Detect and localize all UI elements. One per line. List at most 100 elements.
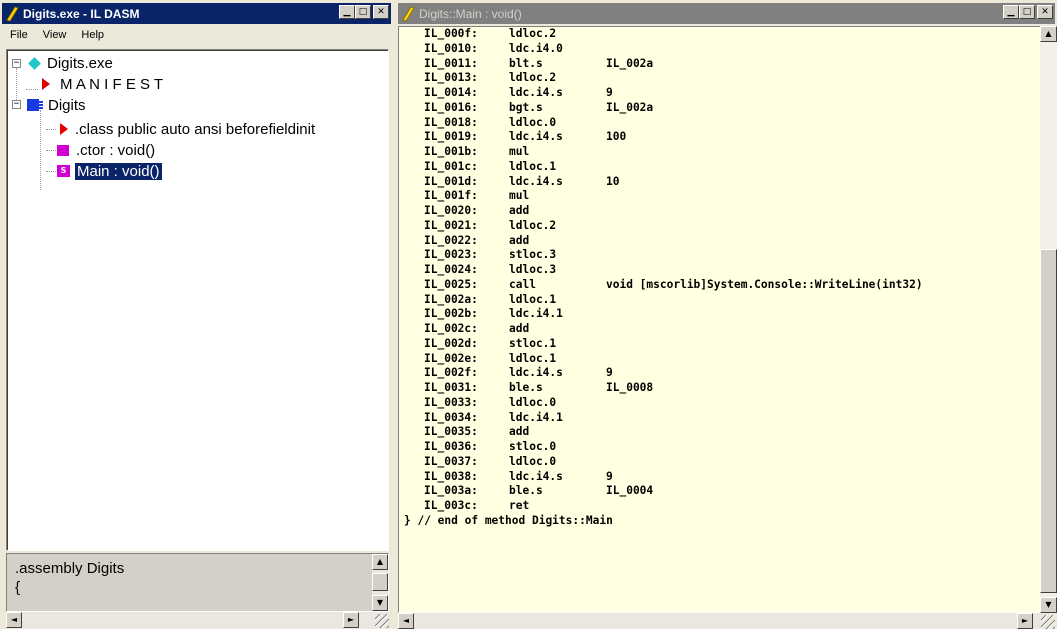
method-window-controls: ▁ □ ✕ — [1003, 5, 1053, 19]
code-vertical-scrollbar[interactable]: ▲ ▼ — [1040, 26, 1057, 613]
il-opcode: ldloc.2 — [509, 27, 557, 40]
tree-item-class-digits[interactable]: Digits — [27, 95, 88, 115]
main-window-title: Digits.exe - IL DASM — [23, 6, 140, 21]
menu-file[interactable]: File — [3, 27, 36, 45]
il-offset-label: IL_0016: — [424, 100, 478, 114]
il-code-line: IL_0011: blt.s IL_002a — [399, 57, 923, 72]
il-offset-label: IL_0034: — [424, 410, 478, 424]
il-offset-label: IL_002f: — [424, 366, 478, 380]
menu-bar: File View Help — [3, 27, 112, 45]
il-opcode: add — [509, 322, 530, 335]
tree-item-main[interactable]: S Main : void() — [57, 161, 163, 181]
maximize-button[interactable]: □ — [1019, 5, 1035, 19]
tree-item-manifest[interactable]: M A N I F E S T — [39, 74, 165, 94]
collapse-toggle[interactable]: − — [12, 59, 21, 68]
il-offset-label: IL_0014: — [424, 86, 478, 99]
method-title-bar[interactable]: Digits::Main : void() ▁ □ ✕ — [398, 3, 1055, 24]
scroll-right-button[interactable]: ► — [343, 612, 359, 628]
minimize-button[interactable]: ▁ — [1003, 5, 1019, 19]
il-operand: 9 — [606, 366, 613, 380]
manifest-triangle-icon — [42, 78, 50, 90]
il-opcode: call — [509, 277, 536, 291]
assembly-diamond-icon — [28, 56, 41, 70]
il-code-line: IL_0018: ldloc.0 — [399, 116, 923, 131]
il-code-line: IL_000f: ldloc.2 — [399, 27, 923, 42]
scroll-up-button[interactable]: ▲ — [372, 554, 388, 570]
il-code-line: IL_003c: ret — [399, 499, 923, 514]
il-opcode: ldloc.1 — [509, 159, 557, 173]
resize-grip[interactable] — [1041, 615, 1055, 629]
tree-horizontal-scrollbar[interactable]: ◄ ► — [6, 612, 389, 628]
info-pane[interactable]: .assembly Digits { ▲ ▼ — [6, 553, 389, 612]
info-vertical-scrollbar[interactable]: ▲ ▼ — [372, 554, 388, 611]
minimize-button[interactable]: ▁ — [339, 5, 355, 19]
il-offset-label: IL_002d: — [424, 336, 478, 350]
tree-item-label: M A N I F E S T — [60, 75, 164, 93]
scroll-left-button[interactable]: ◄ — [398, 613, 414, 629]
il-opcode: blt.s — [509, 56, 543, 70]
menu-view[interactable]: View — [36, 27, 75, 45]
il-opcode: ldc.i4.s — [509, 174, 563, 188]
il-code-line: IL_0019: ldc.i4.s 100 — [399, 130, 923, 145]
maximize-button[interactable]: □ — [355, 5, 371, 19]
il-offset-label: IL_003c: — [424, 499, 478, 512]
scroll-thumb[interactable] — [1040, 249, 1057, 593]
il-offset-label: IL_0037: — [424, 454, 478, 468]
il-offset-label: IL_0021: — [424, 218, 478, 232]
il-code-line: IL_0034: ldc.i4.1 — [399, 411, 923, 426]
il-opcode: ldloc.0 — [509, 454, 557, 468]
il-opcode: ldloc.3 — [509, 263, 557, 276]
tree-item-class-decl[interactable]: .class public auto ansi beforefieldinit — [57, 119, 317, 139]
tree-item-ctor[interactable]: .ctor : void() — [57, 140, 157, 160]
main-title-bar[interactable]: Digits.exe - IL DASM ▁ □ ✕ — [2, 3, 391, 24]
scroll-up-button[interactable]: ▲ — [1040, 26, 1057, 42]
il-code-line: IL_0022: add — [399, 234, 923, 249]
il-opcode: add — [509, 204, 530, 217]
code-horizontal-scrollbar[interactable]: ◄ ► — [398, 613, 1049, 629]
il-offset-label: IL_001c: — [424, 159, 478, 173]
il-opcode: ldloc.1 — [509, 351, 557, 365]
il-offset-label: IL_002c: — [424, 322, 478, 335]
tree-item-label-selected: Main : void() — [74, 161, 163, 181]
class-info-triangle-icon — [60, 123, 68, 135]
il-offset-label: IL_001f: — [424, 189, 478, 203]
tree-item-label: .ctor : void() — [76, 141, 156, 159]
il-offset-label: IL_0031: — [424, 381, 478, 394]
il-code-line: IL_0010: ldc.i4.0 — [399, 42, 923, 57]
close-button[interactable]: ✕ — [373, 5, 389, 19]
il-code-line: IL_0033: ldloc.0 — [399, 396, 923, 411]
info-line: .assembly Digits — [15, 560, 125, 577]
il-opcode: ldc.i4.s — [509, 86, 563, 99]
il-operand: IL_0004 — [606, 484, 654, 498]
il-opcode: ldc.i4.0 — [509, 41, 563, 55]
class-icon — [27, 99, 43, 111]
close-button[interactable]: ✕ — [1037, 5, 1053, 19]
il-opcode: mul — [509, 145, 530, 158]
assembly-tree[interactable]: − Digits.exe M A N I F E S T − Digits .c… — [6, 49, 389, 551]
menu-help[interactable]: Help — [74, 27, 112, 45]
il-opcode: mul — [509, 189, 530, 203]
scroll-down-button[interactable]: ▼ — [1040, 597, 1057, 613]
il-code-view[interactable]: IL_000f: ldloc.2 IL_0010: ldc.i4.0 IL_0011: b… — [398, 26, 1049, 613]
il-code-line: IL_0024: ldloc.3 — [399, 263, 923, 278]
scroll-right-button[interactable]: ► — [1017, 613, 1033, 629]
il-offset-label: IL_0036: — [424, 440, 478, 453]
collapse-toggle[interactable]: − — [12, 100, 21, 109]
scroll-thumb[interactable] — [372, 573, 388, 591]
il-operand: 100 — [606, 130, 627, 144]
il-code-line: IL_002b: ldc.i4.1 — [399, 307, 923, 322]
il-operand: IL_002a — [606, 56, 654, 70]
ildasm-main-window: Digits.exe - IL DASM ▁ □ ✕ File View Hel… — [0, 0, 393, 629]
il-offset-label: IL_003a: — [424, 484, 478, 498]
scroll-down-button[interactable]: ▼ — [372, 595, 388, 611]
tree-item-root[interactable]: Digits.exe — [27, 53, 115, 73]
il-opcode: ldc.i4.s — [509, 469, 563, 483]
scroll-left-button[interactable]: ◄ — [6, 612, 22, 628]
il-offset-label: IL_0025: — [424, 277, 478, 291]
resize-grip[interactable] — [375, 614, 389, 628]
il-code-line: IL_0014: ldc.i4.s 9 — [399, 86, 923, 101]
il-operand: 10 — [606, 174, 620, 188]
il-offset-label: IL_0035: — [424, 425, 478, 439]
il-opcode: ble.s — [509, 484, 543, 498]
il-opcode: ldc.i4.1 — [509, 307, 563, 321]
